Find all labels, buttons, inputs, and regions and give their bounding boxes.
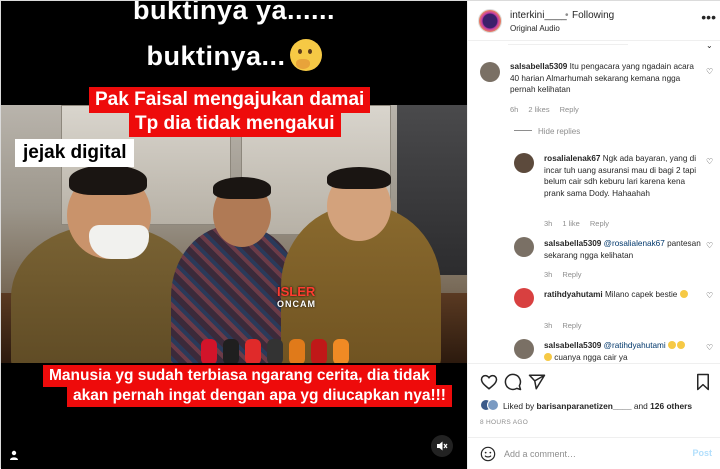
share-send-icon[interactable] (528, 373, 546, 391)
mic (245, 339, 261, 363)
microphones (201, 335, 371, 363)
commenter-username: salsabella5309 (544, 341, 602, 350)
mic (223, 339, 239, 363)
emoji-icon (544, 352, 552, 361)
comment-body: salsabella5309 @rosalialenak67 pantesan … (544, 239, 701, 260)
mention-link[interactable]: @rosalialenak67 (604, 239, 665, 248)
caption-bottom-line2: akan pernah ingat dengan apa yg diucapka… (67, 385, 452, 407)
emoji-icon (676, 341, 685, 349)
mic (311, 339, 327, 363)
comment-input[interactable] (504, 447, 674, 461)
emoji-icon (667, 341, 676, 349)
liked-by-avatars[interactable] (480, 399, 500, 411)
commenter-avatar[interactable] (514, 153, 534, 173)
mic (267, 339, 283, 363)
tagged-user-icon[interactable] (9, 447, 19, 460)
reply-button[interactable]: Reply (562, 270, 581, 279)
comment-meta: 6h 2 likes Reply (510, 105, 579, 114)
person-left-hair (69, 165, 147, 195)
reply-button[interactable]: Reply (562, 321, 581, 330)
speaker-muted-icon (437, 441, 448, 451)
post-timestamp: 8 HOURS AGO (480, 419, 529, 426)
more-options-icon[interactable]: ••• (701, 9, 716, 25)
like-heart-icon[interactable] (480, 373, 498, 391)
author-avatar[interactable] (478, 9, 502, 33)
following-button[interactable]: Following (572, 10, 614, 21)
emoji-picker-icon[interactable] (480, 446, 496, 462)
hide-replies-button[interactable]: Hide replies (514, 127, 580, 136)
commenter-username: rosalialenak67 (544, 154, 601, 163)
jejak-digital-label: jejak digital (15, 139, 135, 167)
heart-icon[interactable]: ♡ (706, 291, 713, 300)
liked-by-username[interactable]: barisanparanetizen____ (537, 401, 632, 411)
post-actions (468, 363, 720, 399)
comment-body: ratihdyahutami Milano capek bestie (544, 289, 702, 301)
comment-body: salsabella5309 Itu pengacara yang ngadai… (510, 62, 694, 94)
caption-banner-line1: Pak Faisal mengajukan damai (89, 87, 371, 113)
comment-body: salsabella5309 @ratihdyahutami cuanya ng… (544, 340, 702, 363)
caption-banner-line2: Tp dia tidak mengakui (129, 111, 341, 137)
post-viewer: buktinya ya...... buktinya... Pak Faisal… (0, 0, 720, 469)
comment-body: rosalialenak67 Ngk ada bayaran, yang di … (544, 154, 697, 198)
post-comment-button[interactable]: Post (692, 448, 712, 458)
emoji-icon (679, 290, 688, 298)
oncam-watermark: ISLER ONCAM (277, 284, 316, 309)
post-header: interkini____ • Following Original Audio… (468, 1, 720, 41)
caption-bottom-line1: Manusia yg sudah terbiasa ngarang cerita… (43, 365, 436, 387)
heart-icon[interactable]: ♡ (706, 67, 713, 76)
liked-by-others-link[interactable]: 126 others (650, 401, 692, 411)
post-video[interactable]: buktinya ya...... buktinya... Pak Faisal… (1, 1, 467, 469)
heart-icon[interactable]: ♡ (706, 157, 713, 166)
like-comment-icon[interactable]: ⌄ (706, 41, 713, 50)
likes-summary: Liked by barisanparanetizen____ and 126 … (480, 399, 692, 411)
commenter-avatar[interactable] (514, 237, 534, 257)
heart-icon[interactable]: ♡ (706, 241, 713, 250)
commenter-avatar[interactable] (514, 288, 534, 308)
save-bookmark-icon[interactable] (694, 373, 712, 391)
caption-top-line1: buktinya ya...... (132, 1, 336, 25)
mic (201, 339, 217, 363)
mic (289, 339, 305, 363)
author-username[interactable]: interkini____ (510, 10, 567, 21)
original-audio-link[interactable]: Original Audio (510, 24, 560, 33)
caption-top-line2: buktinya... (1, 39, 467, 72)
comment-meta: 3h 1 like Reply (544, 219, 610, 228)
face-mask (89, 225, 149, 259)
post-side-panel: interkini____ • Following Original Audio… (467, 1, 720, 469)
person-center-hair (213, 177, 271, 199)
reply-button[interactable]: Reply (560, 105, 579, 114)
mention-link[interactable]: @ratihdyahutami (604, 341, 666, 350)
mic (333, 339, 349, 363)
comments-list[interactable]: ⌄ salsabella5309 Itu pengacara yang ngad… (468, 41, 720, 363)
comment-meta: 3h Reply (544, 270, 582, 279)
person-right-hair (327, 167, 391, 189)
heart-icon[interactable]: ♡ (706, 343, 713, 352)
thinking-face-emoji-icon (289, 39, 322, 71)
comment-meta: 3h Reply (544, 321, 582, 330)
commenter-username: salsabella5309 (544, 239, 602, 248)
commenter-avatar[interactable] (514, 339, 534, 359)
mute-toggle-button[interactable] (431, 435, 453, 457)
commenter-username: ratihdyahutami (544, 290, 603, 299)
scroll-edge (508, 41, 628, 45)
commenter-avatar[interactable] (480, 62, 500, 82)
reply-button[interactable]: Reply (590, 219, 609, 228)
comment-bubble-icon[interactable] (504, 373, 522, 391)
add-comment-bar: Post (468, 437, 720, 469)
commenter-username: salsabella5309 (510, 62, 568, 71)
header-separator: • (565, 10, 569, 21)
